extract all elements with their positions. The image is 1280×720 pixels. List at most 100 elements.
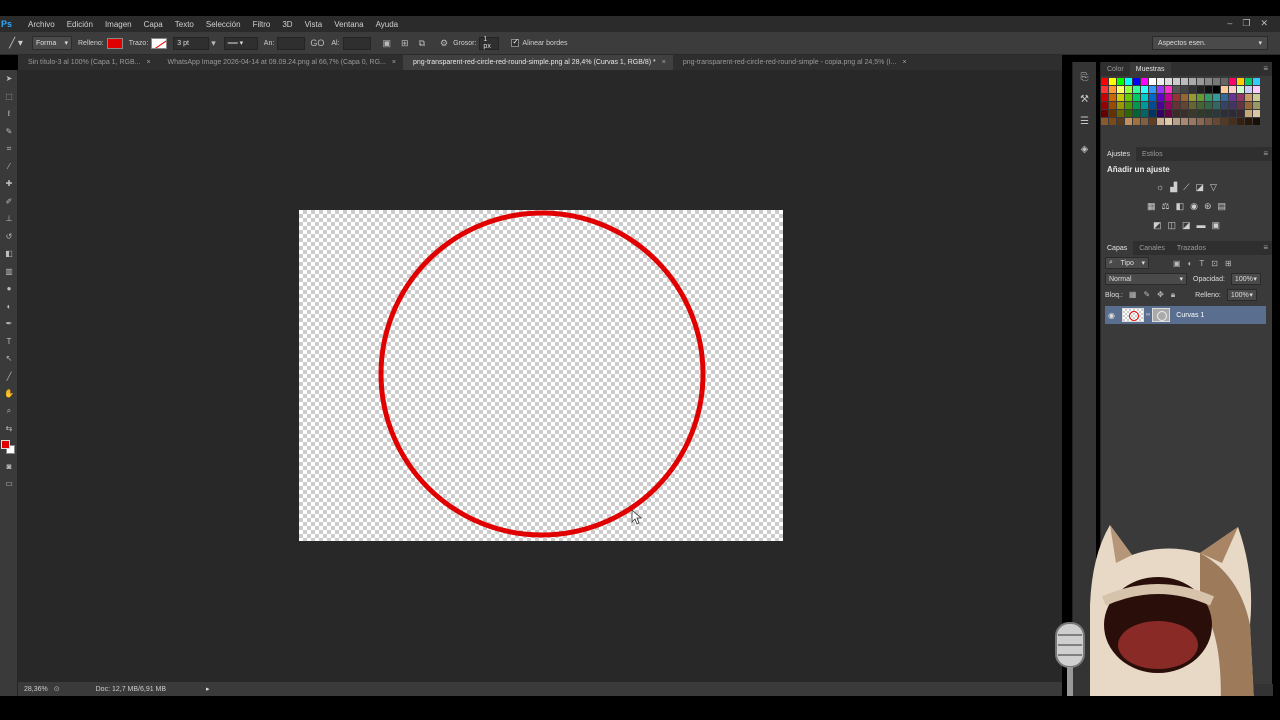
close-tab-icon[interactable]: × (146, 59, 150, 66)
swatch-cell[interactable] (1173, 110, 1180, 117)
photo-filter-icon[interactable]: ◉ (1190, 201, 1198, 212)
swatch-cell[interactable] (1117, 78, 1124, 85)
swatch-cell[interactable] (1165, 86, 1172, 93)
menu-texto[interactable]: Texto (169, 20, 200, 29)
levels-icon[interactable]: ▟ (1170, 182, 1177, 193)
swatch-cell[interactable] (1197, 102, 1204, 109)
blend-mode-dropdown[interactable]: Normal ▾ (1105, 273, 1187, 285)
thickness-input[interactable]: 1 px (479, 36, 500, 50)
swatch-cell[interactable] (1213, 86, 1220, 93)
close-tab-icon[interactable]: × (662, 59, 666, 66)
status-arrow-icon[interactable]: ▸ (206, 685, 210, 693)
swatch-cell[interactable] (1189, 94, 1196, 101)
swatch-cell[interactable] (1197, 94, 1204, 101)
swatch-cell[interactable] (1237, 110, 1244, 117)
swatch-cell[interactable] (1205, 102, 1212, 109)
invert-icon[interactable]: ◩ (1153, 220, 1162, 231)
adjustment-filter-icon[interactable]: ◐ (1188, 259, 1193, 268)
swatch-cell[interactable] (1165, 118, 1172, 125)
swatch-cell[interactable] (1221, 94, 1228, 101)
vibrance-icon[interactable]: ▽ (1210, 182, 1217, 193)
swatch-cell[interactable] (1157, 110, 1164, 117)
close-icon[interactable]: ✕ (1260, 18, 1268, 29)
move-tool-icon[interactable]: ➤ (0, 70, 18, 88)
blur-tool-icon[interactable]: ● (0, 280, 18, 298)
zoom-level[interactable]: 28,36% (24, 686, 48, 693)
swatch-cell[interactable] (1125, 118, 1132, 125)
zoom-tool-icon[interactable]: ⌕ (0, 403, 18, 421)
swatch-cell[interactable] (1165, 94, 1172, 101)
tab-adjustments[interactable]: Ajustes (1101, 147, 1136, 161)
swatch-cell[interactable] (1157, 94, 1164, 101)
visibility-eye-icon[interactable]: ◉ (1108, 311, 1122, 320)
color-lookup-icon[interactable]: ▤ (1218, 201, 1227, 212)
height-input[interactable] (342, 36, 371, 50)
tab-color[interactable]: Color (1101, 62, 1130, 76)
swatch-cell[interactable] (1101, 110, 1108, 117)
swatch-cell[interactable] (1245, 94, 1252, 101)
workspace-dropdown[interactable]: Aspectos esen. ▾ (1152, 36, 1268, 50)
swatch-cell[interactable] (1117, 110, 1124, 117)
swatch-cell[interactable] (1197, 86, 1204, 93)
swatch-cell[interactable] (1173, 86, 1180, 93)
swatch-cell[interactable] (1253, 94, 1260, 101)
chevron-down-icon[interactable]: ▾ (211, 38, 216, 49)
swatch-cell[interactable] (1205, 94, 1212, 101)
gradient-tool-icon[interactable]: ▥ (0, 263, 18, 281)
minimize-icon[interactable]: – (1227, 18, 1232, 29)
swatch-cell[interactable] (1237, 118, 1244, 125)
swatch-cell[interactable] (1245, 102, 1252, 109)
lock-all-icon[interactable]: 🔒︎ (1171, 290, 1175, 300)
stroke-size-input[interactable]: 3 pt (173, 36, 210, 50)
document-canvas[interactable] (299, 210, 783, 541)
menu-capa[interactable]: Capa (138, 20, 169, 29)
align-edges-checkbox[interactable] (511, 37, 520, 47)
kind-filter-dropdown[interactable]: ⌕ Tipo ▾ (1105, 257, 1149, 269)
exposure-icon[interactable]: ◪ (1196, 182, 1205, 193)
swatch-cell[interactable] (1205, 118, 1212, 125)
panel-menu-icon[interactable]: ≡ (1263, 149, 1268, 158)
line-tool-icon[interactable]: ╱ ▾ (0, 38, 32, 49)
swatch-cell[interactable] (1109, 94, 1116, 101)
swatch-cell[interactable] (1253, 78, 1260, 85)
posterize-icon[interactable]: ◫ (1167, 220, 1176, 231)
channel-mixer-icon[interactable]: ⊛ (1204, 201, 1212, 212)
menu-ventana[interactable]: Ventana (328, 20, 369, 29)
gradient-map-icon[interactable]: ▬ (1197, 220, 1206, 231)
fill-input[interactable]: 100% ▾ (1226, 289, 1257, 301)
swatch-cell[interactable] (1181, 110, 1188, 117)
swatch-cell[interactable] (1141, 110, 1148, 117)
layer-thumbnail[interactable] (1122, 308, 1144, 322)
quick-mask-icon[interactable]: ◙ (0, 458, 18, 476)
swatch-cell[interactable] (1197, 118, 1204, 125)
swatch-cell[interactable] (1141, 94, 1148, 101)
swatch-cell[interactable] (1157, 102, 1164, 109)
color-swatches[interactable] (0, 438, 18, 458)
swatch-cell[interactable] (1205, 78, 1212, 85)
swatch-cell[interactable] (1149, 102, 1156, 109)
swatch-cell[interactable] (1245, 110, 1252, 117)
menu-filtro[interactable]: Filtro (247, 20, 277, 29)
lock-transparency-icon[interactable]: ▦ (1129, 290, 1137, 300)
swatch-cell[interactable] (1221, 78, 1228, 85)
swatch-cell[interactable] (1221, 102, 1228, 109)
type-tool-icon[interactable]: T (0, 333, 18, 351)
swatch-cell[interactable] (1205, 86, 1212, 93)
lock-pixels-icon[interactable]: ✎ (1143, 290, 1150, 300)
eyedropper-tool-icon[interactable]: ⁄ (0, 158, 18, 176)
swatch-cell[interactable] (1221, 118, 1228, 125)
tab-paths[interactable]: Trazados (1171, 241, 1212, 255)
swatch-cell[interactable] (1245, 78, 1252, 85)
swatch-cell[interactable] (1237, 86, 1244, 93)
swatch-cell[interactable] (1165, 78, 1172, 85)
swatch-cell[interactable] (1173, 102, 1180, 109)
width-input[interactable] (277, 36, 306, 50)
swap-colors-icon[interactable]: ⇆ (0, 420, 18, 438)
swatch-cell[interactable] (1229, 86, 1236, 93)
quick-select-tool-icon[interactable]: ✎ (0, 123, 18, 141)
swatch-cell[interactable] (1245, 118, 1252, 125)
menu-imagen[interactable]: Imagen (99, 20, 138, 29)
swatch-cell[interactable] (1197, 110, 1204, 117)
color-balance-icon[interactable]: ⚖ (1162, 201, 1170, 212)
swatch-cell[interactable] (1213, 78, 1220, 85)
